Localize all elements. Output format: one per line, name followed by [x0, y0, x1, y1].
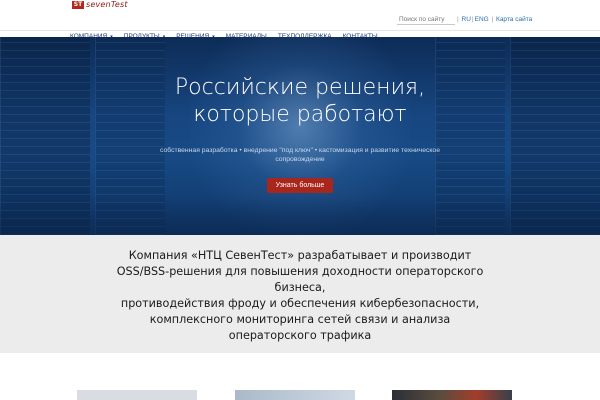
cards-section — [0, 353, 600, 400]
logo[interactable]: ST sevenTest — [72, 0, 128, 9]
intro-section: Компания «НТЦ СевенТест» разрабатывает и… — [0, 235, 600, 353]
logo-text: sevenTest — [86, 0, 128, 9]
lang-ru-link[interactable]: RU — [462, 16, 471, 23]
hero-title: Российские решения, которые работают — [0, 74, 600, 128]
card-image[interactable] — [235, 390, 355, 400]
intro-line: комплексного мониторинга сетей связи и а… — [149, 313, 451, 326]
lang-en-link[interactable]: ENG — [475, 16, 489, 23]
intro-line: бизнеса, — [274, 281, 326, 294]
intro-text: Компания «НТЦ СевенТест» разрабатывает и… — [90, 248, 510, 344]
learn-more-button[interactable]: Узнать больше — [267, 178, 333, 193]
card-image[interactable] — [77, 390, 197, 400]
top-links: | RU|ENG | Карта сайта — [457, 16, 533, 23]
intro-line: OSS/BSS-решения для повышения доходности… — [116, 265, 484, 278]
intro-line: противодействия фроду и обеспечения кибе… — [120, 297, 480, 310]
hero-floor — [0, 197, 600, 235]
hero-banner — [0, 37, 600, 235]
card-image[interactable] — [392, 390, 512, 400]
search-input[interactable] — [397, 14, 455, 25]
hero-subtitle: собственная разработка • внедрение "под … — [160, 147, 440, 163]
sitemap-link[interactable]: Карта сайта — [496, 16, 532, 23]
logo-mark: ST — [72, 0, 84, 9]
hero-title-line: которые работают — [193, 102, 407, 127]
hero-title-line: Российские решения, — [174, 75, 426, 100]
intro-line: операторского трафика — [228, 329, 372, 342]
site-header: ST sevenTest | RU|ENG | Карта сайта — [0, 0, 600, 30]
intro-line: Компания «НТЦ СевенТест» разрабатывает и… — [128, 249, 472, 262]
